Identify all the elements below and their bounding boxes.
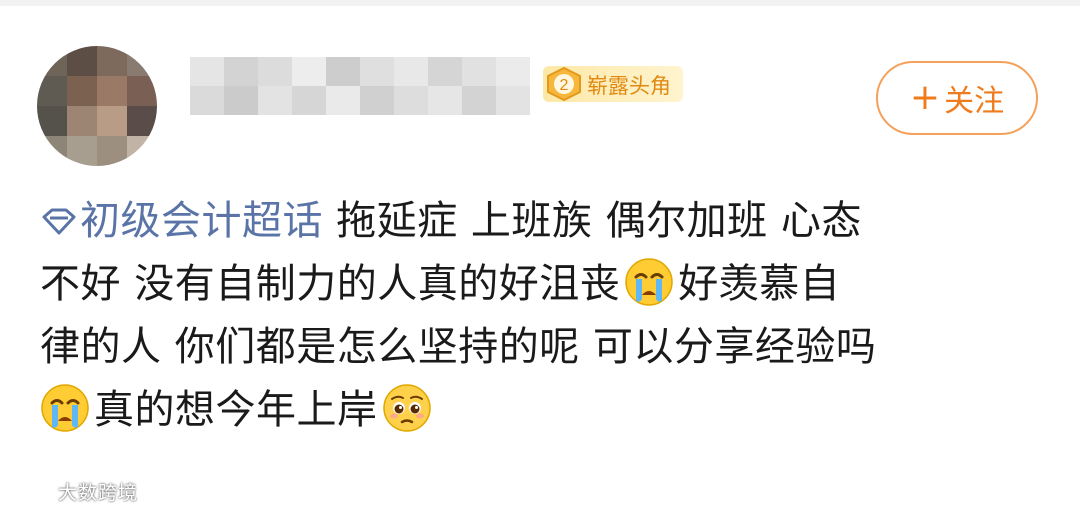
svg-text:2: 2 xyxy=(560,77,569,94)
crying-face-emoji xyxy=(41,384,89,432)
level-badge: 2 崭露头角 xyxy=(543,66,683,102)
post-line-2: 不好 没有自制力的人真的好沮丧 好羡慕自 xyxy=(40,253,1050,316)
post-text-3: 律的人 你们都是怎么坚持的呢 可以分享经验吗 xyxy=(40,324,877,370)
pleading-face-emoji xyxy=(382,384,431,432)
post-body: 初级会计超话 拖延症 上班族 偶尔加班 心态 不好 没有自制力的人真的好沮丧 好羡… xyxy=(40,190,1050,442)
super-topic-link[interactable]: 初级会计超话 xyxy=(40,198,323,244)
post-line-4: 真的想今年上岸 xyxy=(40,379,1050,442)
post-text-2b: 好羡慕自 xyxy=(678,261,841,307)
watermark-text: 大数跨境 xyxy=(58,481,139,504)
post-line-1: 初级会计超话 拖延症 上班族 偶尔加班 心态 xyxy=(40,190,1050,253)
super-topic-label: 初级会计超话 xyxy=(80,198,323,244)
level-badge-icon: 2 xyxy=(547,67,581,101)
follow-button-label: 关注 xyxy=(944,84,1005,119)
post-text-1: 拖延症 上班族 偶尔加班 心态 xyxy=(323,198,862,244)
watermark: 大数跨境 xyxy=(8,474,138,508)
post-text-4: 真的想今年上岸 xyxy=(94,387,378,433)
post-text-2: 不好 没有自制力的人真的好沮丧 xyxy=(40,261,621,307)
super-topic-diamond-icon xyxy=(42,208,76,235)
plus-icon: + xyxy=(909,77,941,118)
crying-face-emoji xyxy=(625,258,673,306)
watermark-logo-icon xyxy=(10,480,50,504)
badge-label: 崭露头角 xyxy=(587,74,671,98)
top-divider xyxy=(0,0,1080,6)
username-blurred[interactable] xyxy=(190,57,530,115)
avatar[interactable] xyxy=(37,46,157,166)
follow-button[interactable]: + 关注 xyxy=(876,61,1038,135)
post-line-3: 律的人 你们都是怎么坚持的呢 可以分享经验吗 xyxy=(40,316,1050,379)
